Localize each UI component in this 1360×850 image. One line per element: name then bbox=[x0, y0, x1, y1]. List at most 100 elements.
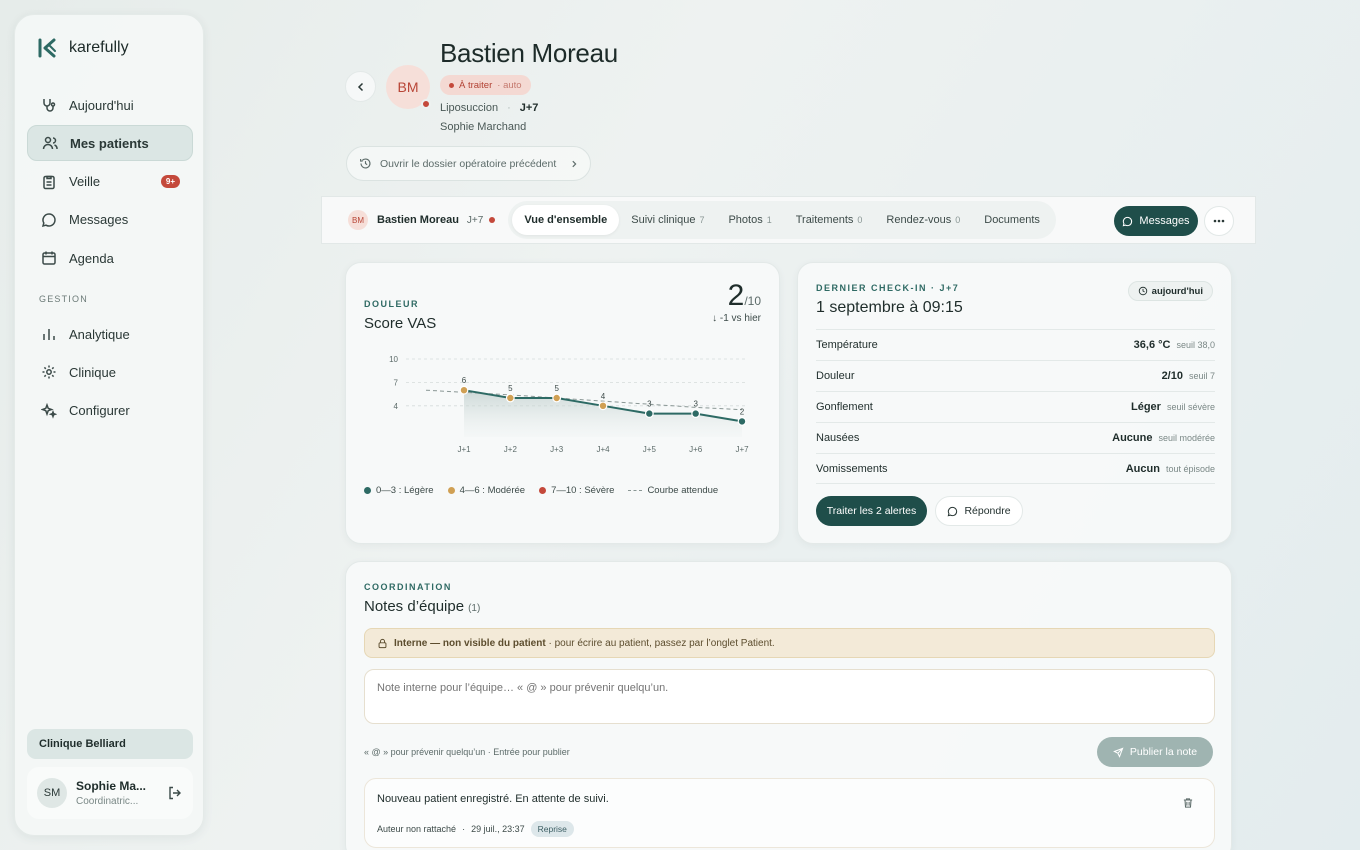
user-card[interactable]: SM Sophie Ma... Coordinatric... bbox=[27, 767, 193, 819]
data-point bbox=[505, 393, 515, 403]
legend-item: 0—3 : Légère bbox=[364, 485, 434, 496]
user-name: Sophie Ma... bbox=[76, 779, 147, 793]
note-date: 29 juil., 23:37 bbox=[471, 824, 525, 834]
sidebar-item-veille[interactable]: Veille 9+ bbox=[27, 164, 193, 200]
data-point bbox=[644, 409, 654, 418]
tab-label: Rendez-vous bbox=[886, 214, 952, 226]
legend-label: Courbe attendue bbox=[647, 485, 719, 496]
legend-dash bbox=[628, 490, 643, 491]
status-dot bbox=[421, 99, 431, 109]
data-label: 5 bbox=[554, 384, 559, 393]
tabbar-patient-name: Bastien Moreau bbox=[377, 214, 459, 226]
publish-label: Publier la note bbox=[1129, 746, 1198, 758]
chart-legend: 0—3 : Légère 4—6 : Modérée 7—10 : Sévère… bbox=[364, 485, 718, 496]
vitals-list: Température 36,6 °C seuil 38,0 Douleur 2/10… bbox=[816, 329, 1215, 484]
vital-threshold: seuil sévère bbox=[1166, 402, 1215, 412]
tab-photos[interactable]: Photos 1 bbox=[716, 205, 783, 235]
x-tick-label: J+7 bbox=[735, 445, 749, 454]
vital-value: 36,6 °C bbox=[1133, 339, 1171, 351]
list-item: Vomissements Aucun tout épisode bbox=[816, 453, 1215, 484]
note-author: Auteur non rattaché bbox=[377, 824, 457, 834]
sidebar-item-messages[interactable]: Messages bbox=[27, 202, 193, 238]
lock-icon bbox=[378, 638, 387, 648]
more-options-button[interactable] bbox=[1204, 206, 1234, 236]
sidebar-item-label: Messages bbox=[69, 212, 129, 228]
sidebar-item-analytique[interactable]: Analytique bbox=[27, 316, 193, 352]
reply-button[interactable]: Répondre bbox=[935, 496, 1023, 526]
tab-documents[interactable]: Documents bbox=[972, 205, 1052, 235]
x-tick-label: J+6 bbox=[689, 445, 703, 454]
post-op-day: J+7 bbox=[519, 102, 539, 114]
procedure: Liposuccion bbox=[440, 102, 499, 114]
tab-clinical-followup[interactable]: Suivi clinique 7 bbox=[619, 205, 716, 235]
vital-threshold: seuil 38,0 bbox=[1176, 340, 1215, 350]
vital-label: Vomissements bbox=[816, 462, 888, 475]
separator: · bbox=[462, 824, 466, 834]
list-item: Température 36,6 °C seuil 38,0 bbox=[816, 329, 1215, 360]
legend-label: 7—10 : Sévère bbox=[551, 485, 615, 496]
legend-item: 7—10 : Sévère bbox=[539, 485, 614, 496]
internal-notice: Interne — non visible du patient · pour … bbox=[364, 628, 1215, 658]
vital-value: 2/10 bbox=[1161, 370, 1183, 382]
separator: · bbox=[507, 102, 511, 114]
checkin-title: 1 septembre à 09:15 bbox=[816, 299, 963, 316]
sparkles-icon bbox=[41, 402, 57, 419]
sidebar-item-configurer[interactable]: Configurer bbox=[27, 393, 193, 429]
pain-score-value: 2 bbox=[727, 279, 745, 312]
open-previous-dossier-button[interactable]: Ouvrir le dossier opératoire précédent bbox=[346, 146, 591, 181]
notes-title-line: Notes d’équipe (1) bbox=[364, 598, 480, 615]
list-item: Nausées Aucune seuil modérée bbox=[816, 422, 1215, 453]
sidebar-item-patients[interactable]: Mes patients bbox=[27, 125, 193, 162]
status-badge: À traiter · auto bbox=[440, 75, 531, 95]
messages-button[interactable]: Messages bbox=[1114, 206, 1198, 236]
stethoscope-icon bbox=[41, 97, 57, 113]
legend-swatch bbox=[447, 487, 455, 494]
notes-count: (1) bbox=[468, 603, 481, 614]
list-item: Gonflement Léger seuil sévère bbox=[816, 391, 1215, 422]
data-label: 4 bbox=[601, 392, 606, 401]
list-item: Douleur 2/10 seuil 7 bbox=[816, 360, 1215, 391]
dossier-label: Ouvrir le dossier opératoire précédent bbox=[380, 157, 557, 170]
note-input[interactable] bbox=[364, 669, 1215, 724]
tabbar-day: J+7 bbox=[466, 214, 484, 226]
notes-title: Notes d’équipe bbox=[364, 598, 465, 615]
sidebar-nav: Aujourd'hui Mes patients Veille 9+ Messa… bbox=[27, 87, 193, 431]
clinic-selector[interactable]: Clinique Belliard bbox=[27, 729, 193, 759]
tab-overview[interactable]: Vue d'ensemble bbox=[512, 205, 620, 235]
data-point bbox=[691, 409, 701, 418]
legend-label: 4—6 : Modérée bbox=[459, 485, 526, 496]
notice-text: Interne — non visible du patient · pour … bbox=[394, 638, 775, 649]
data-label: 3 bbox=[693, 400, 698, 409]
tab-treatments[interactable]: Traitements 0 bbox=[784, 205, 875, 235]
status-text: À traiter bbox=[459, 79, 493, 91]
vital-threshold: tout épisode bbox=[1165, 463, 1215, 474]
logout-icon[interactable] bbox=[167, 785, 183, 801]
brand[interactable]: karefully bbox=[37, 37, 129, 59]
chat-icon bbox=[1123, 216, 1133, 226]
today-label: aujourd'hui bbox=[1151, 285, 1203, 297]
vital-value: Aucun bbox=[1125, 462, 1160, 475]
sidebar-item-label: Mes patients bbox=[70, 135, 149, 151]
sidebar-item-today[interactable]: Aujourd'hui bbox=[27, 87, 193, 123]
tab-label: Traitements bbox=[795, 214, 854, 226]
clipboard-icon bbox=[41, 174, 57, 190]
notes-overline: COORDINATION bbox=[364, 582, 452, 592]
sidebar-item-agenda[interactable]: Agenda bbox=[27, 240, 193, 276]
sidebar-item-clinique[interactable]: Clinique bbox=[27, 354, 193, 390]
page-title: Bastien Moreau bbox=[440, 38, 618, 68]
data-label: 6 bbox=[462, 376, 467, 385]
tab-count: 1 bbox=[766, 215, 772, 225]
publish-note-button[interactable]: Publier la note bbox=[1097, 737, 1213, 767]
back-button[interactable] bbox=[345, 71, 376, 102]
pain-score-denominator: /10 bbox=[744, 294, 761, 308]
team-notes-card: COORDINATION Notes d’équipe (1) Interne —… bbox=[345, 561, 1232, 850]
data-label: 2 bbox=[740, 407, 745, 416]
sidebar-item-label: Veille bbox=[69, 174, 101, 190]
trash-icon[interactable] bbox=[1182, 797, 1194, 809]
tab-appointments[interactable]: Rendez-vous 0 bbox=[874, 205, 972, 235]
list-item: Nouveau patient enregistré. En attente d… bbox=[364, 778, 1215, 848]
legend-label: 0—3 : Légère bbox=[376, 485, 434, 496]
note-text: Nouveau patient enregistré. En attente d… bbox=[377, 793, 609, 805]
treat-alerts-button[interactable]: Traiter les 2 alertes bbox=[816, 496, 927, 526]
x-tick-label: J+5 bbox=[643, 445, 657, 454]
